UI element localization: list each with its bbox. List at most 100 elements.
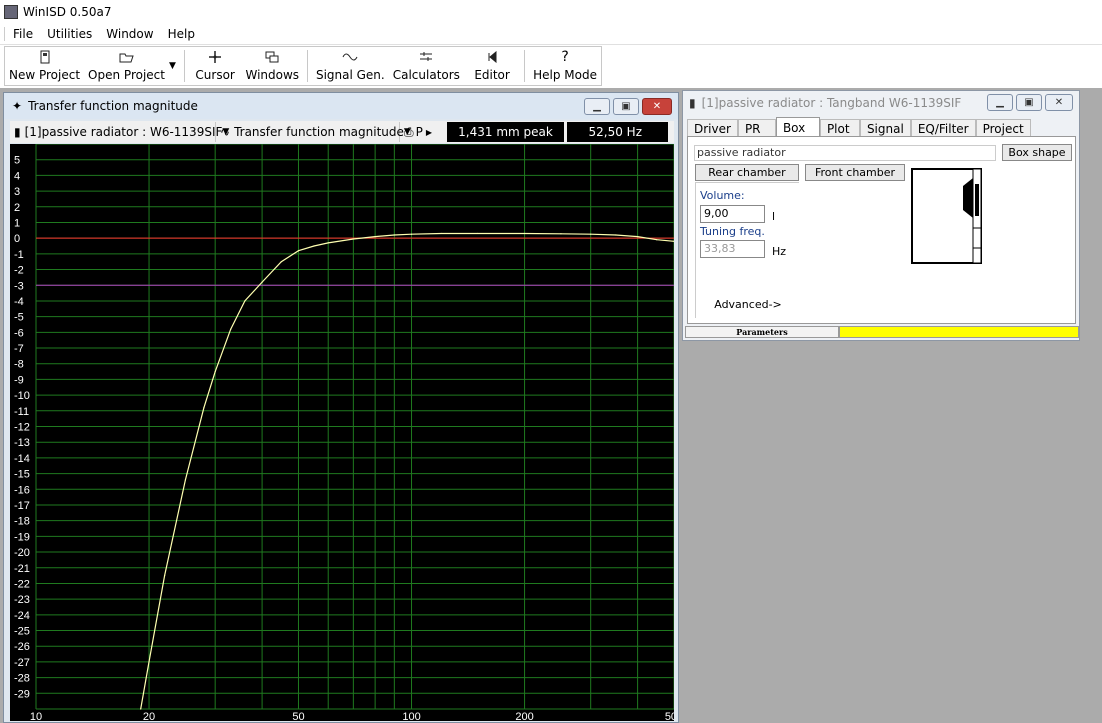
tab-eq-filter[interactable]: EQ/Filter bbox=[910, 119, 976, 137]
project-select[interactable]: ▮ [1]passive radiator : W6-1139SIF ▼ bbox=[10, 122, 229, 142]
signal-gen-button[interactable]: Signal Gen. bbox=[312, 47, 389, 85]
frequency-readout: 52,50 Hz bbox=[567, 122, 668, 142]
advanced-button[interactable]: Advanced-> bbox=[700, 295, 796, 313]
series-point bbox=[440, 232, 442, 235]
tab-box[interactable]: Box bbox=[775, 117, 820, 137]
box-shape-button[interactable]: Box shape bbox=[1002, 144, 1072, 161]
open-project-dropdown-icon[interactable]: ▼ bbox=[169, 61, 176, 71]
y-tick-label: -29 bbox=[14, 688, 30, 700]
y-tick-label: -28 bbox=[14, 673, 30, 685]
volume-label: Volume: bbox=[700, 189, 745, 202]
series-point bbox=[393, 234, 395, 236]
tab-driver[interactable]: Driver bbox=[687, 119, 738, 137]
rear-chamber-button[interactable]: Rear chamber bbox=[695, 164, 799, 181]
volume-unit: l bbox=[772, 210, 776, 223]
help-mode-label: Help Mode bbox=[533, 68, 597, 82]
y-tick-label: -17 bbox=[14, 500, 30, 512]
status-bar: Parameters bbox=[685, 326, 1079, 338]
y-tick-label: -15 bbox=[14, 469, 30, 481]
series-point bbox=[244, 300, 246, 302]
y-tick-label: -4 bbox=[14, 296, 24, 308]
x-tick-label: 20 bbox=[143, 711, 155, 721]
project-name-field[interactable]: passive radiator bbox=[694, 145, 996, 161]
maximize-button[interactable]: ▣ bbox=[1016, 94, 1042, 111]
y-tick-label: -13 bbox=[14, 437, 30, 449]
status-label: Parameters bbox=[685, 326, 839, 338]
y-tick-label: -11 bbox=[14, 406, 29, 418]
editor-label: Editor bbox=[474, 68, 510, 82]
y-tick-label: -25 bbox=[14, 626, 30, 638]
cursor-icon bbox=[208, 48, 222, 66]
graph-window-titlebar[interactable]: ✦ Transfer function magnitude ▁ ▣ ✕ bbox=[4, 93, 678, 119]
rear-chamber-group: Volume: 9,00 l Tuning freq. 33,83 Hz Adv… bbox=[695, 182, 799, 318]
x-tick-label: 10 bbox=[30, 711, 42, 721]
y-tick-label: -1 bbox=[14, 249, 24, 261]
print-label: P bbox=[415, 125, 423, 139]
project-select-value: [1]passive radiator : W6-1139SIF bbox=[24, 125, 223, 139]
volume-input[interactable]: 9,00 bbox=[700, 205, 765, 223]
series-point bbox=[637, 235, 639, 238]
chevron-right-icon: ▶ bbox=[425, 127, 433, 137]
menu-window[interactable]: Window bbox=[100, 27, 159, 41]
menu-help[interactable]: Help bbox=[162, 27, 201, 41]
windows-icon bbox=[265, 48, 279, 66]
new-project-button[interactable]: New Project bbox=[5, 47, 84, 85]
front-chamber-button[interactable]: Front chamber bbox=[805, 164, 905, 181]
box-window: ▮ [1]passive radiator : Tangband W6-1139… bbox=[682, 90, 1080, 341]
close-button[interactable]: ✕ bbox=[642, 98, 672, 115]
series-point bbox=[313, 245, 315, 247]
series-point bbox=[140, 708, 142, 710]
passive-radiator-box-icon bbox=[911, 168, 982, 264]
signal-gen-label: Signal Gen. bbox=[315, 68, 385, 82]
tab-plot[interactable]: Plot bbox=[819, 119, 860, 137]
windows-button[interactable]: Windows bbox=[241, 47, 303, 85]
open-project-button[interactable]: Open Project bbox=[84, 47, 169, 85]
y-tick-label: -14 bbox=[14, 453, 30, 465]
cursor-button[interactable]: Cursor bbox=[189, 47, 242, 85]
y-tick-label: -19 bbox=[14, 531, 30, 543]
series-point bbox=[560, 233, 562, 235]
tab-project[interactable]: Project bbox=[975, 119, 1031, 137]
print-button[interactable]: ⎙ P ▶ bbox=[400, 122, 444, 142]
series-point bbox=[280, 261, 282, 263]
series-point bbox=[590, 233, 592, 235]
x-tick-label: 50 bbox=[292, 711, 304, 721]
tab-signal[interactable]: Signal bbox=[859, 119, 911, 137]
cursor-label: Cursor bbox=[195, 68, 235, 82]
y-tick-label: -27 bbox=[14, 657, 30, 669]
menu-utilities[interactable]: Utilities bbox=[41, 27, 98, 41]
series-point bbox=[410, 233, 413, 235]
series-point bbox=[656, 239, 658, 241]
graph-type-select[interactable]: ∿ Transfer function magnitude ▼ bbox=[216, 122, 411, 142]
series-point bbox=[230, 328, 232, 330]
transfer-function-plot[interactable]: 5 4 3 2 1 0 -1 -2 -3 -4 -5 -6 -7 -8 -9 -10 -11 -12 -13 -14-… bbox=[10, 144, 674, 721]
y-tick-label: 0 bbox=[14, 233, 20, 245]
menu-bar: File Utilities Window Help bbox=[0, 23, 1102, 45]
minimize-button[interactable]: ▁ bbox=[584, 98, 610, 115]
series-point bbox=[615, 234, 617, 236]
minimize-button[interactable]: ▁ bbox=[987, 94, 1013, 111]
chart-svg[interactable]: 543210-1-2-3-4-5-6-7-8-9-10-11-12-13-14-… bbox=[10, 144, 674, 721]
status-progress bbox=[839, 326, 1079, 338]
main-toolbar: New Project Open Project ▼ Cursor Window… bbox=[0, 45, 1102, 88]
tuning-input[interactable]: 33,83 bbox=[700, 240, 765, 258]
tab-pr[interactable]: PR bbox=[737, 119, 776, 137]
editor-button[interactable]: Editor bbox=[464, 47, 520, 85]
box-panel: passive radiator Box shape Rear chamber … bbox=[687, 136, 1076, 324]
calculators-button[interactable]: Calculators bbox=[389, 47, 464, 85]
y-tick-label: 2 bbox=[14, 202, 20, 214]
open-folder-icon bbox=[119, 48, 135, 66]
app-icon bbox=[4, 4, 18, 19]
box-window-titlebar[interactable]: ▮ [1]passive radiator : Tangband W6-1139… bbox=[683, 91, 1079, 115]
y-tick-label: -12 bbox=[14, 422, 30, 434]
y-tick-label: -7 bbox=[14, 343, 24, 355]
help-mode-button[interactable]: ? Help Mode bbox=[529, 47, 601, 85]
transfer-function-window: ✦ Transfer function magnitude ▁ ▣ ✕ ▮ [1… bbox=[3, 92, 679, 723]
maximize-button[interactable]: ▣ bbox=[613, 98, 639, 115]
y-tick-label: -8 bbox=[14, 359, 24, 371]
graph-toolbar: ▮ [1]passive radiator : W6-1139SIF ▼ ∿ T… bbox=[10, 121, 674, 143]
y-tick-label: 5 bbox=[14, 155, 20, 167]
close-button[interactable]: ✕ bbox=[1045, 94, 1073, 111]
menu-file[interactable]: File bbox=[4, 26, 39, 41]
y-tick-label: -21 bbox=[14, 563, 30, 575]
